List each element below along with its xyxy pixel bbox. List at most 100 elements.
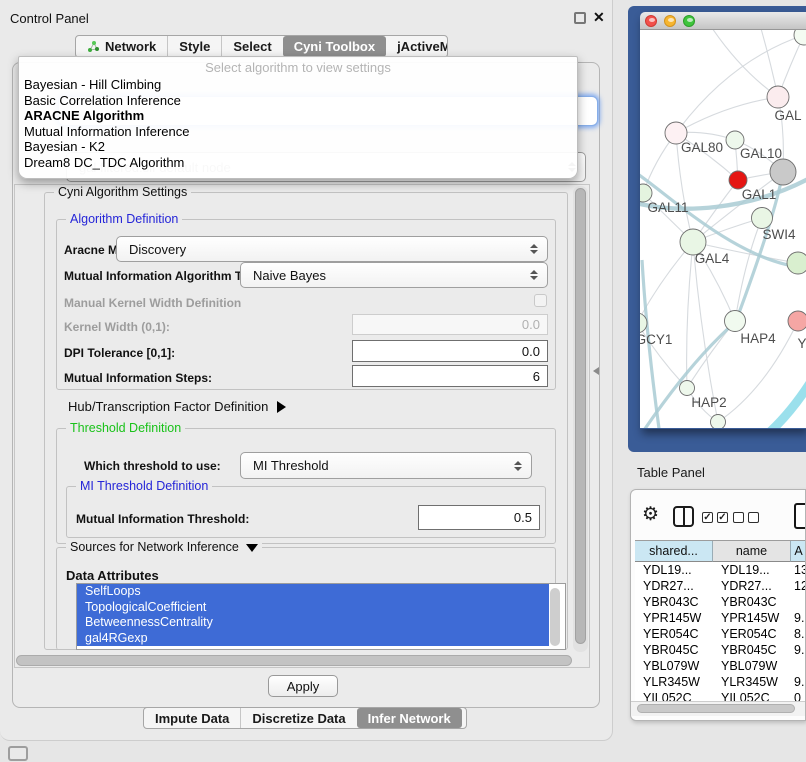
aracne-mode-combobox[interactable]: Discovery [116, 236, 548, 262]
list-scrollbar-thumb[interactable] [550, 588, 560, 646]
tab-cyni-toolbox[interactable]: Cyni Toolbox [283, 36, 386, 57]
minimized-panel-icon[interactable] [8, 746, 28, 761]
algorithm-option[interactable]: ARACNE Algorithm [19, 108, 577, 124]
mi-steps-field[interactable]: 6 [352, 365, 548, 387]
network-node-gal-cut[interactable] [767, 86, 789, 108]
mi-algorithm-type-value: Naive Bayes [253, 268, 326, 283]
data-attributes-list[interactable]: SelfLoopsTopologicalCoefficientBetweenne… [76, 583, 566, 650]
mi-threshold-label: Mutual Information Threshold: [76, 512, 249, 526]
table-row[interactable]: YDR27...YDR27...12 [635, 578, 806, 594]
table-row[interactable]: YBL079WYBL079W [635, 658, 806, 674]
tab-select[interactable]: Select [221, 36, 282, 57]
table-row[interactable]: YBR045CYBR045C9. [635, 642, 806, 658]
attribute-item-selected[interactable]: gal4RGexp [77, 631, 549, 647]
algorithm-option[interactable]: Bayesian - Hill Climbing [19, 77, 577, 93]
network-node-swi4[interactable] [752, 208, 773, 229]
manual-kernel-width-checkbox[interactable] [534, 294, 547, 307]
column-header-2[interactable]: name [713, 541, 791, 562]
column-header-1[interactable]: shared... [635, 541, 713, 562]
mi-algorithm-type-combobox[interactable]: Naive Bayes [240, 262, 548, 288]
unchecked-checkbox-icon[interactable] [748, 512, 759, 523]
tab-infer-network[interactable]: Infer Network [357, 708, 462, 728]
network-node-top-right-partial[interactable] [794, 30, 806, 45]
tab-style[interactable]: Style [167, 36, 221, 57]
table-panel-window: ⚙ ✓ ✓ shared...nameA YDL19...YDL19...13Y… [630, 489, 806, 721]
table-cell: YPR145W [713, 610, 791, 626]
network-node-salmon-node[interactable] [788, 311, 806, 331]
tab-jactivemnodules[interactable]: jActiveMNodules [386, 36, 448, 57]
horizontal-scrollbar-thumb[interactable] [16, 655, 572, 666]
network-edge[interactable] [640, 242, 693, 323]
mi-threshold-definition-title: MI Threshold Definition [76, 479, 212, 493]
kernel-width-field[interactable]: 0.0 [352, 314, 548, 335]
column-header-3[interactable]: A [791, 541, 806, 562]
table-row[interactable]: YIL052CYIL052C0 [635, 690, 806, 701]
close-icon[interactable]: ✕ [593, 9, 605, 26]
checked-checkbox-icon[interactable]: ✓ [717, 512, 728, 523]
algorithm-option[interactable]: Bayesian - K2 [19, 139, 577, 155]
mi-threshold-field[interactable]: 0.5 [418, 505, 540, 530]
mi-steps-label: Mutual Information Steps: [64, 371, 212, 385]
network-canvas[interactable]: GALGAL80GAL10GAL1GAL11SWI4GAL4GCY1HAP4YH… [640, 30, 806, 428]
table-horizontal-scrollbar[interactable] [631, 701, 806, 716]
hub-definition-section[interactable]: Hub/Transcription Factor Definition [68, 399, 286, 414]
document-icon[interactable] [794, 503, 806, 529]
node-label-gal4: GAL4 [695, 251, 730, 266]
table-row[interactable]: YLR345WYLR345W9. [635, 674, 806, 690]
table-cell: 9. [791, 674, 806, 690]
minimize-traffic-light-icon[interactable] [664, 15, 676, 27]
panel-splitter-handle[interactable] [593, 367, 599, 375]
gear-icon[interactable]: ⚙ [642, 503, 659, 526]
table-cell: 12 [791, 578, 806, 594]
algorithm-dropdown-placeholder[interactable]: Select algorithm to view settings [19, 57, 577, 77]
network-edge[interactable] [687, 321, 735, 388]
dpi-tolerance-field[interactable]: 0.0 [352, 340, 548, 362]
which-threshold-value: MI Threshold [253, 458, 329, 473]
horizontal-scrollbar[interactable] [16, 654, 572, 667]
attribute-item-selected[interactable]: TopologicalCoefficient [77, 600, 549, 616]
network-edge[interactable] [676, 97, 778, 133]
network-edge[interactable] [735, 218, 762, 321]
table-cell: YLR345W [713, 674, 791, 690]
table-cell: 0 [791, 690, 806, 701]
network-window-titlebar[interactable] [640, 12, 806, 30]
algorithm-option[interactable]: Basic Correlation Inference [19, 93, 577, 109]
apply-button[interactable]: Apply [268, 675, 338, 697]
table-row[interactable]: YDL19...YDL19...13 [635, 562, 806, 578]
network-edge[interactable] [758, 380, 806, 428]
attribute-item-selected[interactable]: BetweennessCentrality [77, 615, 549, 631]
attribute-item-selected[interactable]: SelfLoops [77, 584, 549, 600]
network-node-hap4[interactable] [725, 311, 746, 332]
checked-checkbox-icon[interactable]: ✓ [702, 512, 713, 523]
table-scrollbar-thumb[interactable] [637, 704, 795, 713]
network-node-right-green[interactable] [787, 252, 806, 274]
split-columns-icon[interactable] [673, 506, 694, 527]
tab-impute-data[interactable]: Impute Data [144, 708, 240, 728]
vertical-scrollbar[interactable] [573, 186, 588, 652]
table-cell: YDR27... [635, 578, 713, 594]
table-row[interactable]: YER054CYER054C8. [635, 626, 806, 642]
unchecked-checkbox-icon[interactable] [733, 512, 744, 523]
threshold-definition-title: Threshold Definition [66, 421, 185, 435]
network-node-bottom-partial[interactable] [711, 415, 726, 429]
table-cell: YIL052C [713, 690, 791, 701]
algorithm-option[interactable]: Mutual Information Inference [19, 124, 577, 140]
which-threshold-label: Which threshold to use: [84, 459, 221, 473]
table-cell: 13 [791, 562, 806, 578]
collapse-down-icon[interactable] [246, 544, 258, 552]
table-cell: YER054C [635, 626, 713, 642]
expand-right-icon[interactable] [277, 401, 286, 413]
tab-network[interactable]: Network [76, 36, 167, 57]
zoom-traffic-light-icon[interactable] [683, 15, 695, 27]
network-node-hap2[interactable] [680, 381, 695, 396]
network-node-gray-node[interactable] [770, 159, 796, 185]
network-edge[interactable] [710, 30, 778, 97]
table-row[interactable]: YBR043CYBR043C [635, 594, 806, 610]
vertical-scrollbar-thumb[interactable] [575, 188, 586, 644]
algorithm-option[interactable]: Dream8 DC_TDC Algorithm [19, 155, 577, 171]
close-traffic-light-icon[interactable] [645, 15, 657, 27]
tab-discretize-data[interactable]: Discretize Data [240, 708, 356, 728]
float-window-icon[interactable] [574, 12, 586, 24]
table-row[interactable]: YPR145WYPR145W9. [635, 610, 806, 626]
which-threshold-combobox[interactable]: MI Threshold [240, 452, 532, 479]
